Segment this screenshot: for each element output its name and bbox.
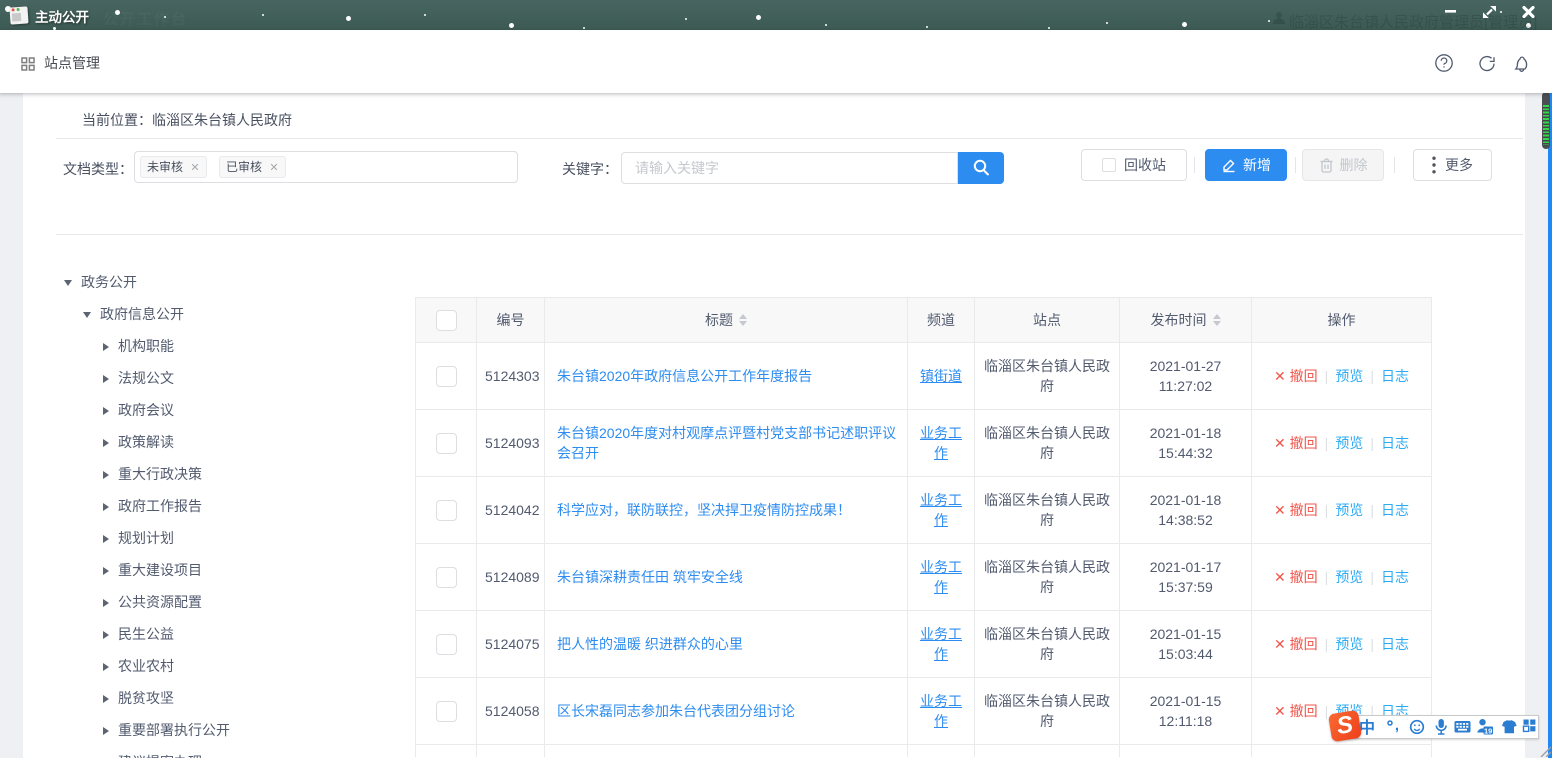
svg-text:中: 中 — [1359, 718, 1375, 737]
svg-text:,: , — [1395, 717, 1399, 734]
svg-text:19: 19 — [1484, 726, 1492, 735]
